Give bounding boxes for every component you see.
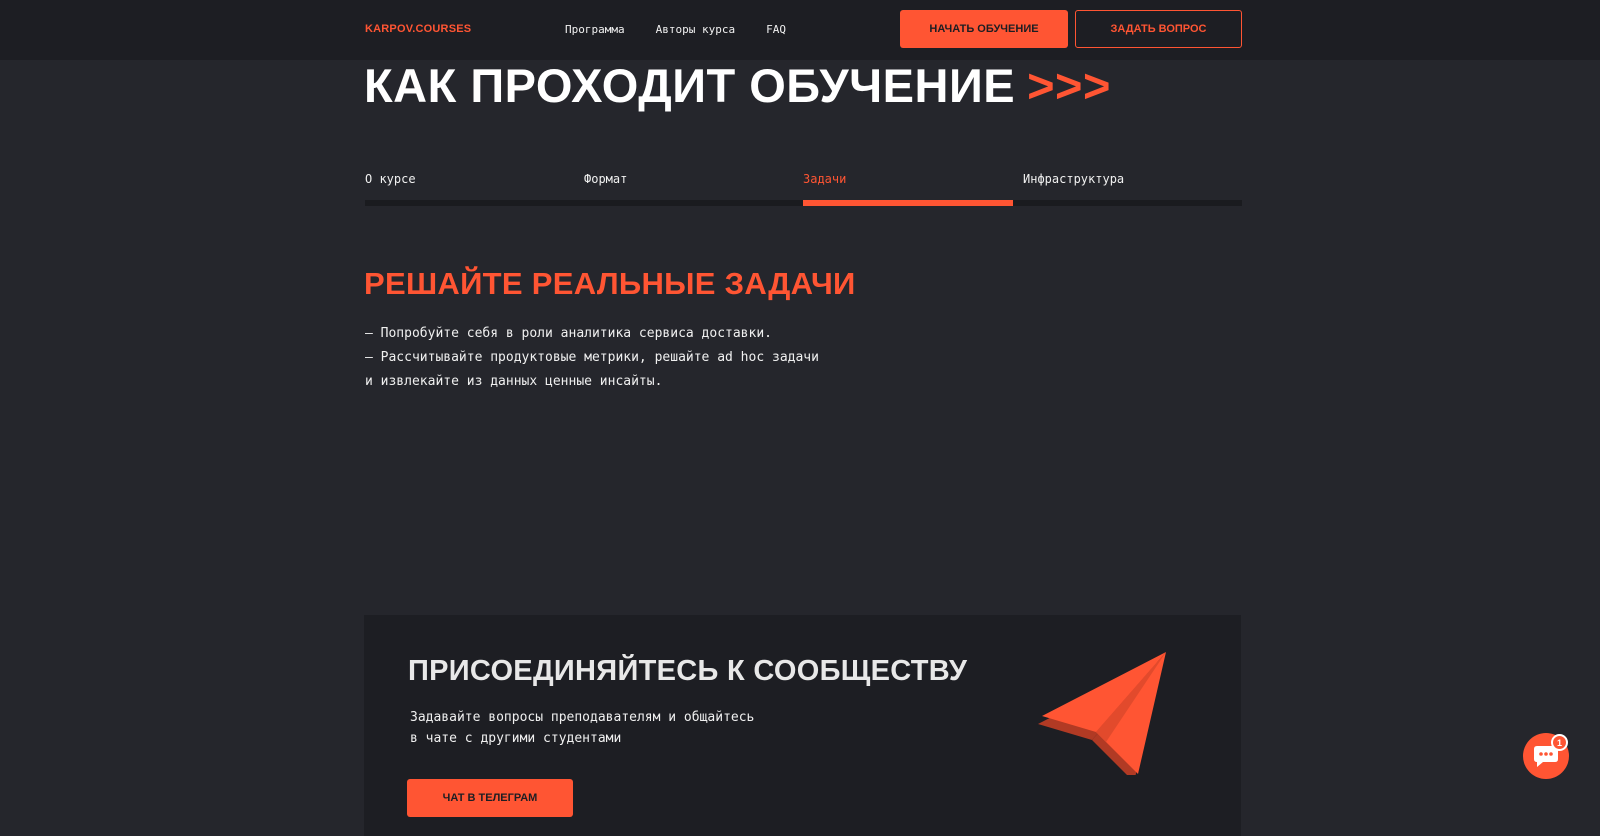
paper-plane-icon: [1038, 652, 1166, 775]
content-line: и извлекайте из данных ценные инсайты.: [365, 374, 663, 389]
tabs: О курсе Формат Задачи Инфраструктура: [365, 170, 1242, 208]
tab-label: Инфраструктура: [1023, 172, 1125, 186]
ask-question-button[interactable]: ЗАДАТЬ ВОПРОС: [1075, 10, 1242, 48]
main-nav: Программа Авторы курса FAQ: [565, 23, 817, 36]
community-line: Задавайте вопросы преподавателям и общай…: [410, 710, 755, 725]
tab-indicator: [803, 200, 1013, 206]
notification-badge: 1: [1551, 734, 1568, 751]
logo[interactable]: KARPOV.COURSES: [365, 23, 471, 35]
community-card: ПРИСОЕДИНЯЙТЕСЬ К СООБЩЕСТВУ Задавайте в…: [364, 615, 1241, 836]
telegram-chat-button[interactable]: ЧАТ В ТЕЛЕГРАМ: [407, 779, 573, 817]
content-body: — Попробуйте себя в роли аналитика серви…: [365, 322, 885, 394]
nav-item-faq[interactable]: FAQ: [766, 23, 786, 36]
tab-infrastructure[interactable]: Инфраструктура: [1013, 170, 1242, 208]
tab-label: Формат: [584, 172, 628, 186]
community-line: в чате с другими студентами: [410, 731, 622, 746]
content-heading: РЕШАЙТЕ РЕАЛЬНЫЕ ЗАДАЧИ: [364, 266, 856, 301]
tab-format[interactable]: Формат: [584, 170, 803, 208]
section-title-arrows: >>>: [1027, 59, 1111, 112]
community-title: ПРИСОЕДИНЯЙТЕСЬ К СООБЩЕСТВУ: [408, 655, 968, 687]
tab-label: О курсе: [365, 172, 416, 186]
page: KARPOV.COURSES Программа Авторы курса FA…: [0, 0, 1600, 836]
nav-item-program[interactable]: Программа: [565, 23, 625, 36]
tab-about[interactable]: О курсе: [365, 170, 584, 208]
tab-indicator: [1013, 200, 1242, 206]
content-line: — Рассчитывайте продуктовые метрики, реш…: [365, 350, 819, 365]
tab-tasks[interactable]: Задачи: [803, 170, 1013, 208]
nav-item-authors[interactable]: Авторы курса: [656, 23, 735, 36]
section-title-text: КАК ПРОХОДИТ ОБУЧЕНИЕ: [364, 59, 1016, 112]
community-text: Задавайте вопросы преподавателям и общай…: [410, 707, 830, 749]
tab-indicator: [584, 200, 803, 206]
start-learning-button[interactable]: НАЧАТЬ ОБУЧЕНИЕ: [900, 10, 1068, 48]
content-line: — Попробуйте себя в роли аналитика серви…: [365, 326, 772, 341]
tab-indicator: [365, 200, 584, 206]
tab-label: Задачи: [803, 172, 847, 186]
site-header: KARPOV.COURSES Программа Авторы курса FA…: [0, 0, 1600, 60]
section-title: КАК ПРОХОДИТ ОБУЧЕНИЕ >>>: [364, 58, 1111, 113]
